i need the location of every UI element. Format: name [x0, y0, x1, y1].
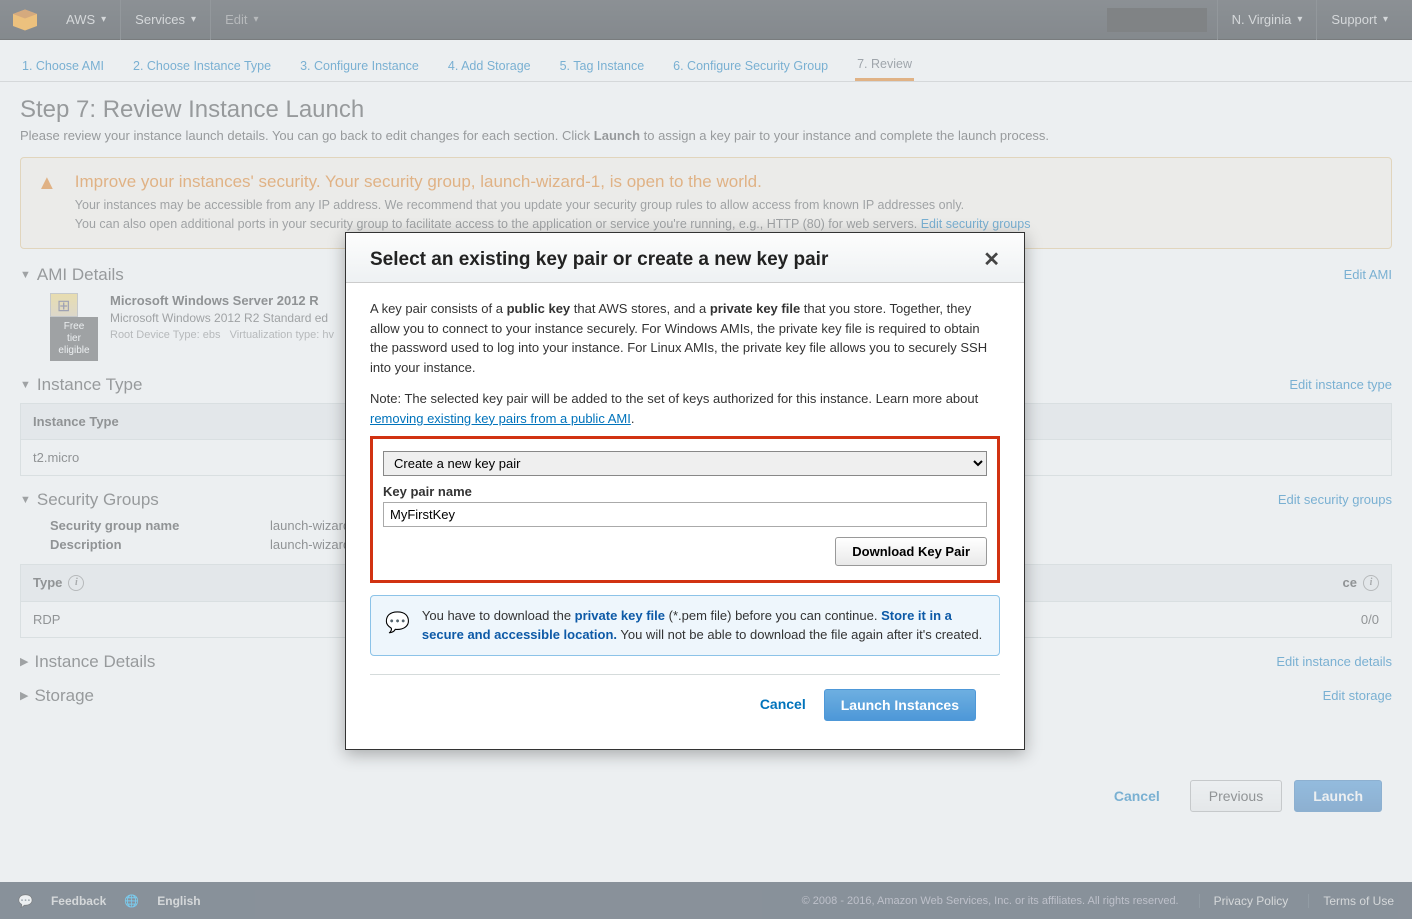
- key-pair-modal: Select an existing key pair or create a …: [345, 232, 1025, 750]
- key-pair-form: Create a new key pair Key pair name Down…: [370, 436, 1000, 583]
- close-icon[interactable]: ✕: [983, 247, 1000, 272]
- download-key-pair-button[interactable]: Download Key Pair: [835, 537, 987, 566]
- remove-keypairs-link[interactable]: removing existing key pairs from a publi…: [370, 411, 631, 426]
- modal-paragraph-1: A key pair consists of a public key that…: [370, 299, 1000, 377]
- modal-title: Select an existing key pair or create a …: [370, 249, 828, 271]
- key-pair-name-input[interactable]: [383, 502, 987, 527]
- download-info-box: 💬 You have to download the private key f…: [370, 595, 1000, 656]
- key-pair-mode-select[interactable]: Create a new key pair: [383, 451, 987, 476]
- launch-instances-button[interactable]: Launch Instances: [824, 689, 976, 721]
- modal-cancel-button[interactable]: Cancel: [760, 694, 806, 715]
- chat-icon: 💬: [385, 608, 410, 645]
- modal-paragraph-2: Note: The selected key pair will be adde…: [370, 389, 1000, 428]
- key-pair-name-label: Key pair name: [383, 482, 987, 502]
